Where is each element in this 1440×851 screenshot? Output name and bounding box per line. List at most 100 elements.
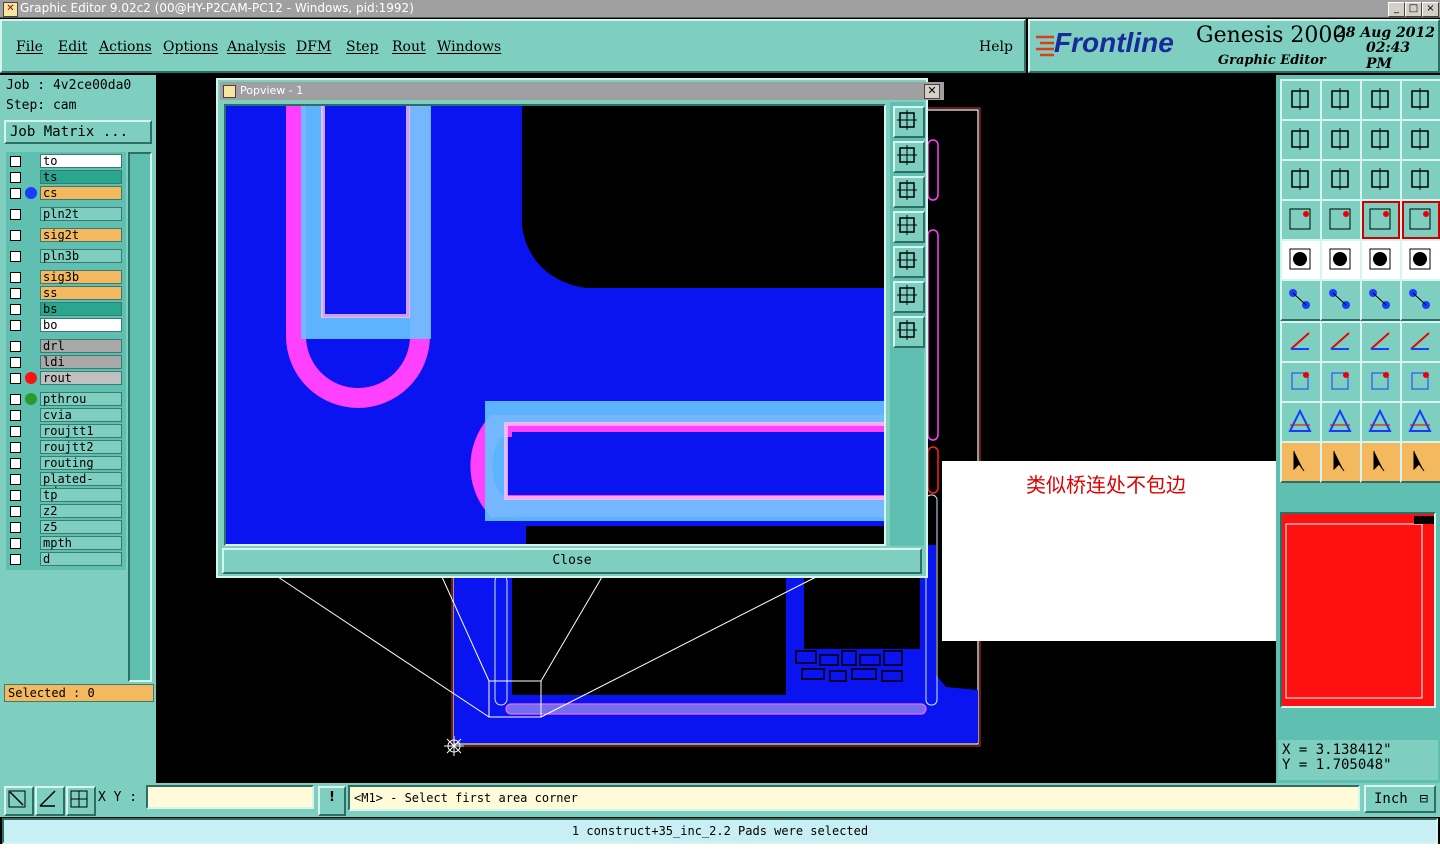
layer-name[interactable]: bs xyxy=(40,302,122,316)
layer-row-ss[interactable]: ss xyxy=(6,286,124,300)
select-pad-icon[interactable] xyxy=(1280,239,1322,281)
layer-row-cvia[interactable]: cvia xyxy=(6,408,124,422)
measure-icon[interactable] xyxy=(35,786,65,816)
layer-name[interactable]: roujtt2 xyxy=(40,440,122,454)
layer-name[interactable]: to xyxy=(40,154,122,168)
layer-checkbox[interactable] xyxy=(10,538,21,549)
layer-checkbox[interactable] xyxy=(10,442,21,453)
pv-fit-icon[interactable] xyxy=(893,281,925,313)
select-cursor-alt-icon[interactable] xyxy=(1360,441,1402,483)
layer-row-plated-edge[interactable]: plated-edge xyxy=(6,472,124,499)
grid-icon[interactable] xyxy=(1320,199,1362,241)
layer-row-cs[interactable]: cs xyxy=(6,186,124,200)
layer-name[interactable]: ts xyxy=(40,170,122,184)
triangle-alt-icon[interactable] xyxy=(1360,401,1402,443)
layer-checkbox[interactable] xyxy=(10,474,21,485)
layer-name[interactable]: z5 xyxy=(40,520,122,534)
grid-snap-icon[interactable] xyxy=(66,786,96,816)
connect-nodes-icon[interactable] xyxy=(1280,279,1322,321)
layer-checkbox[interactable] xyxy=(10,230,21,241)
layer-row-sig3b[interactable]: sig3b xyxy=(6,270,124,284)
split-window-icon[interactable] xyxy=(1400,79,1440,121)
maximize-button[interactable]: □ xyxy=(1405,2,1422,17)
layer-name[interactable]: cs xyxy=(40,186,122,200)
layer-row-z5[interactable]: z5 xyxy=(6,520,124,534)
pv-move-left-icon[interactable] xyxy=(893,211,925,243)
menu-windows[interactable]: Windows xyxy=(437,39,501,55)
layer-row-d[interactable]: d xyxy=(6,552,124,566)
step-back-icon[interactable] xyxy=(1360,119,1402,161)
move-up-icon[interactable] xyxy=(1280,79,1322,121)
move-right-icon[interactable] xyxy=(1320,119,1362,161)
layer-name[interactable]: ldi xyxy=(40,355,122,369)
layer-checkbox[interactable] xyxy=(10,506,21,517)
layer-name[interactable]: tp xyxy=(40,488,122,502)
layer-name[interactable]: sig3b xyxy=(40,270,122,284)
zoom-area-icon[interactable] xyxy=(4,786,34,816)
layer-row-roujtt2[interactable]: roujtt2 xyxy=(6,440,124,454)
select-dot-icon[interactable] xyxy=(1400,239,1440,281)
menu-help[interactable]: Help xyxy=(979,39,1013,55)
move-line-icon[interactable] xyxy=(1400,279,1440,321)
menu-rout[interactable]: Rout xyxy=(392,39,426,55)
layer-checkbox[interactable] xyxy=(10,394,21,405)
popview-zoomed-view[interactable] xyxy=(224,104,886,546)
move-down-icon[interactable] xyxy=(1320,79,1362,121)
scale-1-2-icon[interactable] xyxy=(1360,159,1402,201)
layer-checkbox[interactable] xyxy=(10,251,21,262)
layer-name[interactable]: z2 xyxy=(40,504,122,518)
line-icon[interactable] xyxy=(1320,321,1362,363)
layer-name[interactable]: sig2t xyxy=(40,228,122,242)
fit-vertical-icon[interactable] xyxy=(1280,159,1322,201)
job-matrix-button[interactable]: Job Matrix ... xyxy=(4,120,152,144)
layer-row-mpth[interactable]: mpth xyxy=(6,536,124,550)
resize-icon[interactable] xyxy=(1360,361,1402,403)
layer-checkbox[interactable] xyxy=(10,357,21,368)
help-icon[interactable] xyxy=(1400,159,1440,201)
layer-row-z2[interactable]: z2 xyxy=(6,504,124,518)
pv-move-up-icon[interactable] xyxy=(893,141,925,173)
layer-name[interactable]: cvia xyxy=(40,408,122,422)
popview-close-icon[interactable]: ✕ xyxy=(924,84,940,99)
layer-checkbox[interactable] xyxy=(10,458,21,469)
layer-checkbox[interactable] xyxy=(10,373,21,384)
menu-step[interactable]: Step xyxy=(346,39,378,55)
triangle-cut-icon[interactable] xyxy=(1400,401,1440,443)
layer-row-roujtt1[interactable]: roujtt1 xyxy=(6,424,124,438)
pv-move-right-icon[interactable] xyxy=(893,246,925,278)
layer-row-ts[interactable]: ts xyxy=(6,170,124,184)
shape-icon[interactable] xyxy=(1400,361,1440,403)
layer-name[interactable]: rout xyxy=(40,371,122,385)
menu-options[interactable]: Options xyxy=(163,39,218,55)
angle-icon[interactable] xyxy=(1280,321,1322,363)
select-line-icon[interactable] xyxy=(1320,239,1362,281)
layer-name[interactable]: pln2t xyxy=(40,207,122,221)
layer-name[interactable]: routing xyxy=(40,456,122,470)
layer-row-bs[interactable]: bs xyxy=(6,302,124,316)
mini-overview[interactable] xyxy=(1280,512,1436,708)
layer-checkbox[interactable] xyxy=(10,172,21,183)
fit-all-icon[interactable] xyxy=(1320,159,1362,201)
layer-checkbox[interactable] xyxy=(10,209,21,220)
select-cursor-icon[interactable] xyxy=(1320,441,1362,483)
triangle-icon[interactable] xyxy=(1280,401,1322,443)
route-cursor-icon[interactable] xyxy=(1400,441,1440,483)
menu-actions[interactable]: Actions xyxy=(99,39,152,55)
layer-name[interactable]: pln3b xyxy=(40,249,122,263)
layer-name[interactable]: plated-edge xyxy=(40,472,122,499)
layer-checkbox[interactable] xyxy=(10,272,21,283)
layer-checkbox[interactable] xyxy=(10,490,21,501)
layer-row-sig2t[interactable]: sig2t xyxy=(6,228,124,242)
layer-row-ldi[interactable]: ldi xyxy=(6,355,124,369)
layer-list-scrollbar[interactable] xyxy=(128,152,152,682)
close-window-button[interactable]: × xyxy=(1422,2,1439,17)
layer-row-routing[interactable]: routing xyxy=(6,456,124,470)
layer-row-pln3b[interactable]: pln3b xyxy=(6,249,124,263)
pv-center-icon[interactable] xyxy=(893,316,925,348)
popview-close-button[interactable]: Close xyxy=(222,548,922,574)
ruler-icon[interactable] xyxy=(1360,239,1402,281)
layer-checkbox[interactable] xyxy=(10,410,21,421)
layer-row-tp[interactable]: tp xyxy=(6,488,124,502)
layer-name[interactable]: ss xyxy=(40,286,122,300)
minimize-button[interactable]: _ xyxy=(1388,2,1405,17)
